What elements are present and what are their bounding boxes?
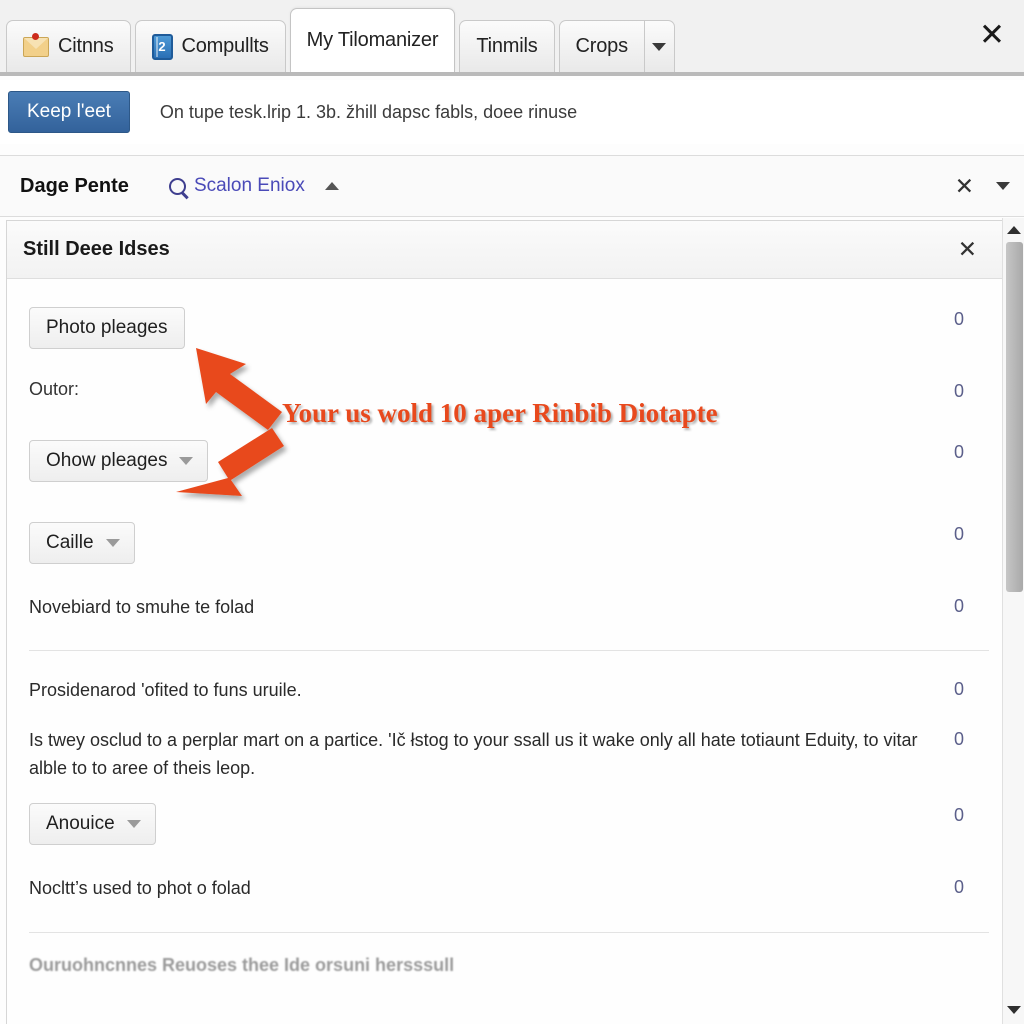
table-row: Photo pleages 0 (7, 279, 1007, 349)
page-bar-actions: ✕ (955, 174, 1010, 198)
notebook-2-icon: 2 (151, 33, 173, 60)
tab-crops[interactable]: Crops (558, 20, 645, 72)
window-close-button[interactable]: ✕ (974, 16, 1010, 52)
search-icon (168, 177, 186, 195)
anouice-dropdown[interactable]: Anouice (29, 802, 156, 845)
chevron-down-icon (126, 819, 141, 828)
photo-pleages-button[interactable]: Photo pleages (29, 307, 185, 349)
tab-label: Tinmils (476, 35, 538, 57)
row-content: Is twey osclud to a perplar mart on a pa… (29, 727, 929, 783)
row-content: Outor: (29, 379, 929, 400)
row-content: Prosidenarod 'ofited to funs uruile. (29, 677, 929, 705)
tab-label: Citnns (58, 35, 114, 57)
page-title: Dage Pente (20, 174, 129, 197)
row-content: Nocltt’s used to phot o folad (29, 875, 929, 903)
row-content: Photo pleages (29, 307, 929, 349)
row-text: Novebiard to smuhe te folad (29, 597, 255, 617)
scroll-up-arrow-icon[interactable] (1003, 220, 1024, 240)
row-count: 0 (953, 524, 964, 544)
triangle-down-icon (1007, 1006, 1021, 1014)
table-row: Prosidenarod 'ofited to funs uruile. 0 (7, 651, 1007, 705)
tab-citnns[interactable]: Citnns (6, 20, 131, 72)
table-row: Novebiard to smuhe te folad 0 (7, 564, 1007, 622)
tab-label: Crops (575, 35, 629, 57)
row-count: 0 (953, 442, 964, 462)
dropdown-label: Anouice (46, 812, 115, 834)
application-window: Citnns 2 Compullts My Tilomanizer Tinmil… (0, 0, 1024, 1024)
table-row: Ouruohncnnes Reuoses thee Ide orsuni her… (7, 933, 1007, 976)
row-count: 0 (953, 309, 964, 329)
tab-crops-group: Crops (558, 20, 675, 72)
tab-list: Citnns 2 Compullts My Tilomanizer Tinmil… (6, 8, 675, 72)
row-content: Anouice (29, 802, 929, 845)
row-text-clipped: Ouruohncnnes Reuoses thee Ide orsuni her… (29, 955, 455, 976)
row-content: Ohow pleages (29, 440, 929, 482)
section-panel: Still Deee Idses ✕ Photo pleages 0 Outor… (6, 220, 1008, 1024)
search-link[interactable]: Scalon Eniox (168, 175, 305, 197)
table-row: Is twey osclud to a perplar mart on a pa… (7, 705, 1007, 783)
notice-text: On tupe tesk.lrip 1. 3b. žhill dapѕс fab… (159, 101, 578, 122)
row-count: 0 (953, 596, 964, 616)
panel-close-button[interactable]: ✕ (958, 238, 977, 261)
row-count (929, 955, 989, 957)
chevron-down-icon (652, 42, 667, 51)
row-paragraph: Is twey osclud to a perplar mart on a pa… (29, 729, 918, 778)
chevron-down-icon (105, 539, 120, 547)
outor-label: Outor: (29, 379, 80, 399)
tab-strip: Citnns 2 Compullts My Tilomanizer Tinmil… (0, 0, 1024, 76)
vertical-scrollbar[interactable] (1002, 218, 1024, 1024)
table-row: Anouice 0 (7, 783, 1007, 845)
tab-compullts[interactable]: 2 Compullts (134, 20, 286, 72)
ohow-pleages-dropdown[interactable]: Ohow pleages (29, 440, 209, 482)
table-row: Nocltt’s used to phot o folad 0 (7, 845, 1007, 903)
close-icon: ✕ (979, 16, 1005, 52)
scroll-thumb[interactable] (1006, 242, 1023, 592)
row-content: Ouruohncnnes Reuoses thee Ide orsuni her… (29, 955, 929, 976)
row-count: 0 (953, 804, 964, 825)
action-bar: Keep l'eet On tupe tesk.lrip 1. 3b. žhil… (0, 80, 1024, 144)
panel-title: Still Deee Idses (23, 238, 170, 260)
tab-overflow-button[interactable] (644, 20, 675, 72)
tab-label: My Tilomanizer (306, 29, 439, 51)
row-text: Prosidenarod 'ofited to funs uruile. (29, 679, 302, 700)
row-count: 0 (953, 678, 964, 699)
panel-header: Still Deee Idses ✕ (7, 221, 1007, 279)
table-row: Caille 0 (7, 482, 1007, 564)
table-row: Outor: 0 (7, 349, 1007, 402)
caille-dropdown[interactable]: Caille (29, 522, 135, 564)
scroll-down-arrow-icon[interactable] (1003, 1000, 1024, 1020)
dropdown-label: Ohow pleages (46, 450, 168, 471)
chevron-down-icon[interactable] (996, 182, 1010, 190)
search-label: Scalon Eniox (193, 175, 305, 196)
page-bar-close-button[interactable]: ✕ (955, 174, 974, 198)
row-count: 0 (953, 876, 964, 897)
row-count: 0 (953, 728, 964, 749)
chevron-up-icon[interactable] (324, 182, 339, 190)
triangle-up-icon (1007, 226, 1021, 234)
panel-body: Photo pleages 0 Outor: 0 Ohow pleages 0 … (7, 279, 1007, 1024)
page-bar: Dage Pente Scalon Eniox ✕ (0, 155, 1024, 217)
tab-label: Compullts (181, 35, 269, 57)
chevron-down-icon (179, 457, 194, 465)
keep-button[interactable]: Keep l'eet (8, 91, 130, 133)
row-count: 0 (953, 381, 964, 401)
dropdown-label: Caille (46, 532, 94, 553)
annotation-text: Your us wold 10 aper Rinbib Diotapte (282, 398, 718, 428)
tab-my-tilomanizer[interactable]: My Tilomanizer (289, 8, 456, 72)
row-content: Caille (29, 522, 929, 564)
row-text: Nocltt’s used to phot o folad (29, 877, 251, 898)
row-content: Novebiard to smuhe te folad (29, 594, 929, 622)
envelope-icon (23, 32, 49, 57)
tab-tinmils[interactable]: Tinmils (459, 20, 555, 72)
